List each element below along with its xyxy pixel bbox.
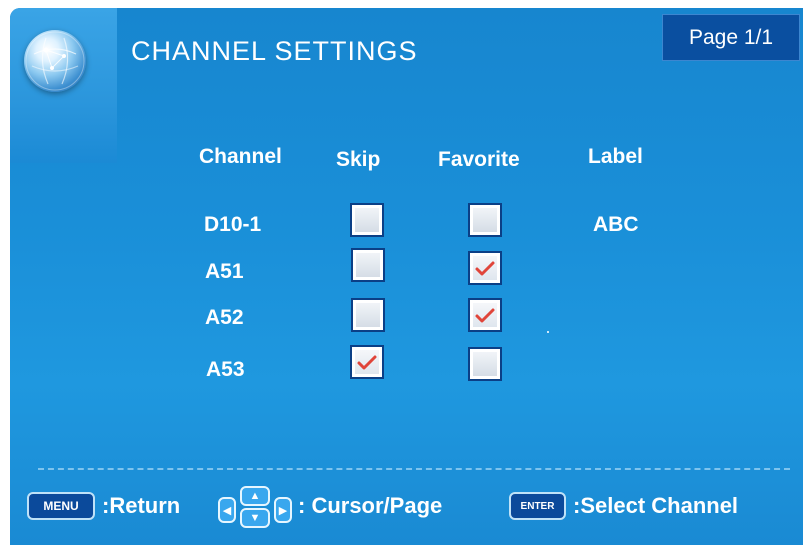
footer-divider bbox=[38, 468, 790, 470]
channel-name[interactable]: A53 bbox=[206, 358, 245, 382]
page-indicator: Page 1/1 bbox=[662, 14, 800, 61]
return-hint: :Return bbox=[102, 493, 181, 518]
skip-checkbox[interactable] bbox=[351, 248, 385, 282]
favorite-checkbox[interactable] bbox=[468, 251, 502, 285]
column-header-skip: Skip bbox=[336, 148, 381, 171]
globe-icon bbox=[24, 30, 86, 92]
skip-checkbox[interactable] bbox=[350, 345, 384, 379]
channel-name[interactable]: A52 bbox=[205, 306, 244, 330]
page-title: CHANNEL SETTINGS bbox=[131, 36, 418, 66]
skip-checkbox[interactable] bbox=[350, 203, 384, 237]
enter-key-icon: ENTER bbox=[509, 492, 566, 520]
column-header-favorite: Favorite bbox=[438, 148, 520, 171]
select-channel-hint: :Select Channel bbox=[573, 493, 739, 518]
checkmark-icon bbox=[475, 308, 495, 323]
favorite-checkbox[interactable] bbox=[468, 298, 502, 332]
channel-label: ABC bbox=[593, 213, 639, 236]
decorative-dot bbox=[547, 331, 549, 333]
left-arrow-key-icon: ◀ bbox=[218, 497, 236, 523]
checkmark-icon bbox=[475, 261, 495, 276]
logo-panel bbox=[10, 8, 117, 163]
favorite-checkbox[interactable] bbox=[468, 347, 502, 381]
column-header-label: Label bbox=[588, 145, 643, 168]
right-arrow-key-icon: ▶ bbox=[274, 497, 292, 523]
column-header-channel: Channel bbox=[199, 145, 282, 168]
menu-key-icon: MENU bbox=[27, 492, 95, 520]
channel-settings-screen: CHANNEL SETTINGS Page 1/1 Channel Skip F… bbox=[10, 8, 803, 545]
favorite-checkbox[interactable] bbox=[468, 203, 502, 237]
channel-name[interactable]: D10-1 bbox=[204, 213, 261, 237]
footer-hint-bar: MENU :Return ◀ ▲ ▼ ▶ : Cursor/Page ENTER… bbox=[10, 483, 803, 533]
up-arrow-key-icon: ▲ bbox=[240, 486, 270, 506]
channel-name[interactable]: A51 bbox=[205, 260, 244, 284]
down-arrow-key-icon: ▼ bbox=[240, 508, 270, 528]
skip-checkbox[interactable] bbox=[351, 298, 385, 332]
checkmark-icon bbox=[357, 355, 377, 370]
cursor-page-hint: : Cursor/Page bbox=[298, 493, 443, 518]
